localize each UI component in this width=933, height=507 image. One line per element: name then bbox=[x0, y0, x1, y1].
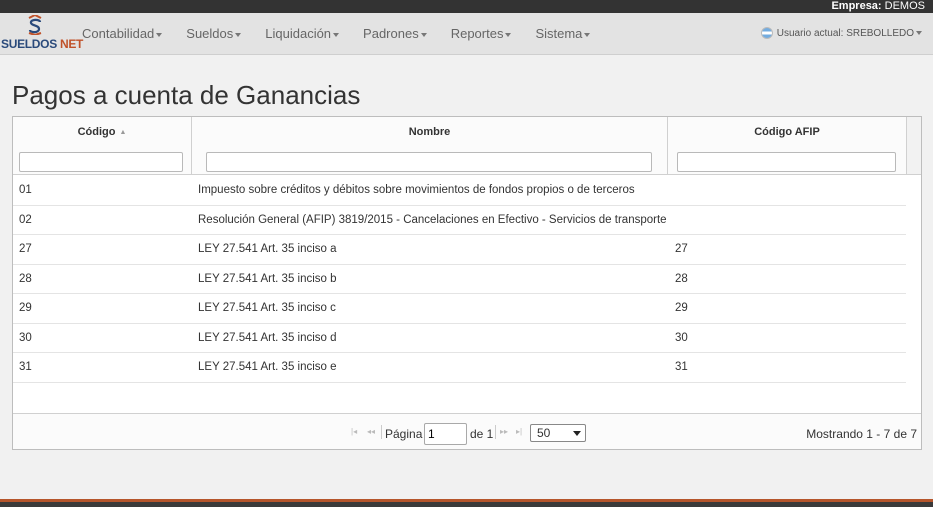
main-menu: Contabilidad Sueldos Liquidación Padrone… bbox=[70, 13, 602, 55]
caret-down-icon bbox=[584, 32, 591, 37]
page-size-select[interactable]: 50 bbox=[530, 424, 586, 442]
menu-sistema[interactable]: Sistema bbox=[523, 13, 602, 55]
cell-codigo: 27 bbox=[19, 243, 32, 255]
caret-down-icon bbox=[420, 32, 427, 37]
menu-sueldos[interactable]: Sueldos bbox=[174, 13, 253, 55]
table-row[interactable]: 02 Resolución General (AFIP) 3819/2015 -… bbox=[13, 206, 906, 235]
column-label: Código bbox=[77, 126, 116, 138]
page-number-input[interactable] bbox=[424, 423, 467, 445]
cell-nombre: Resolución General (AFIP) 3819/2015 - Ca… bbox=[198, 213, 667, 226]
table-row[interactable]: 28 LEY 27.541 Art. 35 inciso b 28 bbox=[13, 265, 906, 294]
column-label: Código AFIP bbox=[754, 126, 820, 138]
sueldos-net-logo[interactable]: SUELDOS NET bbox=[1, 15, 83, 53]
cell-nombre: LEY 27.541 Art. 35 inciso c bbox=[198, 302, 336, 314]
menu-label: Sueldos bbox=[186, 26, 234, 41]
menu-label: Liquidación bbox=[265, 26, 332, 41]
cell-codigo: 30 bbox=[19, 331, 32, 344]
table-row[interactable]: 27 LEY 27.541 Art. 35 inciso a 27 bbox=[13, 235, 906, 265]
top-bar: Empresa: DEMOS bbox=[0, 0, 933, 13]
cell-codigo: 29 bbox=[19, 302, 32, 314]
table-row[interactable]: 29 LEY 27.541 Art. 35 inciso c 29 bbox=[13, 294, 906, 324]
logo-word-1: SUELDOS bbox=[1, 37, 57, 51]
pager-separator bbox=[495, 425, 496, 439]
caret-down-icon bbox=[333, 32, 340, 37]
pager: |◂ ◂◂ Página de 1 ▸▸ ▸| 50 Mostrando 1 -… bbox=[13, 413, 921, 449]
menu-contabilidad[interactable]: Contabilidad bbox=[70, 13, 174, 55]
prev-page-icon[interactable]: ◂◂ bbox=[367, 427, 375, 436]
filter-nombre-input[interactable] bbox=[206, 152, 652, 172]
page-size-value: 50 bbox=[537, 426, 551, 440]
header-scroll-corner bbox=[906, 117, 921, 175]
argentina-flag-icon bbox=[760, 27, 773, 40]
cell-codigo: 01 bbox=[19, 184, 32, 196]
user-menu[interactable]: Usuario actual: SREBOLLEDO bbox=[760, 13, 922, 55]
menu-padrones[interactable]: Padrones bbox=[351, 13, 439, 55]
cell-codigo-afip: 28 bbox=[675, 272, 688, 285]
company-value: DEMOS bbox=[884, 0, 925, 12]
caret-down-icon bbox=[505, 32, 512, 37]
last-page-icon[interactable]: ▸| bbox=[516, 427, 522, 436]
cell-codigo-afip: 30 bbox=[675, 331, 688, 344]
records-info: Mostrando 1 - 7 de 7 bbox=[806, 427, 917, 441]
sort-icon: ▲ bbox=[119, 129, 127, 136]
cell-codigo: 28 bbox=[19, 272, 32, 285]
caret-down-icon bbox=[156, 32, 163, 37]
cell-codigo: 02 bbox=[19, 213, 32, 226]
cell-nombre: LEY 27.541 Art. 35 inciso b bbox=[198, 272, 337, 285]
table-row[interactable]: 31 LEY 27.541 Art. 35 inciso e 31 bbox=[13, 353, 906, 383]
cell-codigo: 31 bbox=[19, 361, 32, 373]
user-label: Usuario actual: SREBOLLEDO bbox=[776, 28, 914, 39]
caret-down-icon bbox=[235, 32, 242, 37]
company-label: Empresa: bbox=[831, 0, 882, 12]
menu-label: Reportes bbox=[450, 26, 504, 41]
cell-nombre: LEY 27.541 Art. 35 inciso e bbox=[198, 361, 337, 373]
cell-codigo-afip: 29 bbox=[675, 302, 688, 314]
cell-nombre: LEY 27.541 Art. 35 inciso a bbox=[198, 243, 337, 255]
pager-separator bbox=[381, 425, 382, 439]
navbar: SUELDOS NET Contabilidad Sueldos Liquida… bbox=[0, 13, 933, 55]
menu-label: Padrones bbox=[363, 26, 419, 41]
filter-codigo-afip-input[interactable] bbox=[677, 152, 896, 172]
column-label: Nombre bbox=[408, 126, 451, 138]
data-grid: Código ▲ Nombre Código AFIP 01 Impuesto s… bbox=[12, 116, 922, 450]
logo-mark-icon bbox=[28, 15, 42, 35]
menu-liquidacion[interactable]: Liquidación bbox=[253, 13, 351, 55]
table-row[interactable]: 01 Impuesto sobre créditos y débitos sob… bbox=[13, 176, 906, 206]
table-row[interactable]: 30 LEY 27.541 Art. 35 inciso d 30 bbox=[13, 324, 906, 353]
cell-codigo-afip: 27 bbox=[675, 243, 688, 255]
page-title: Pagos a cuenta de Ganancias bbox=[12, 80, 361, 110]
cell-codigo-afip: 31 bbox=[675, 361, 688, 373]
caret-down-icon bbox=[916, 31, 922, 36]
grid-body: 01 Impuesto sobre créditos y débitos sob… bbox=[13, 176, 906, 383]
footer-bar bbox=[0, 499, 933, 507]
page-count-label: de 1 bbox=[470, 427, 494, 441]
cell-nombre: Impuesto sobre créditos y débitos sobre … bbox=[198, 184, 635, 196]
filter-codigo-input[interactable] bbox=[19, 152, 183, 172]
cell-nombre: LEY 27.541 Art. 35 inciso d bbox=[198, 331, 337, 344]
menu-label: Contabilidad bbox=[82, 26, 155, 41]
first-page-icon[interactable]: |◂ bbox=[351, 427, 357, 436]
grid-header: Código ▲ Nombre Código AFIP bbox=[13, 117, 906, 175]
menu-label: Sistema bbox=[535, 26, 583, 41]
next-page-icon[interactable]: ▸▸ bbox=[500, 427, 508, 436]
dropdown-arrow-icon bbox=[573, 431, 581, 436]
page-label: Página bbox=[385, 427, 423, 441]
menu-reportes[interactable]: Reportes bbox=[439, 13, 524, 55]
